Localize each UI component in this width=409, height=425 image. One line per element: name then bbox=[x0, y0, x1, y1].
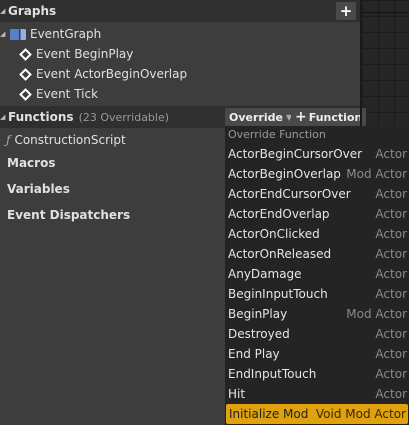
menu-item-override[interactable]: BeginInputTouch Actor bbox=[225, 284, 409, 304]
graphs-title: Graphs bbox=[8, 4, 57, 18]
menu-item-override[interactable]: EndInputTouch Actor bbox=[225, 364, 409, 384]
menu-item-override[interactable]: ActorOnReleased Actor bbox=[225, 244, 409, 264]
event-icon bbox=[19, 67, 32, 81]
event-label: Event ActorBeginOverlap bbox=[36, 67, 188, 81]
function-name: ActorOnClicked bbox=[228, 227, 320, 241]
function-name: Destroyed bbox=[228, 327, 290, 341]
menu-header: Override Function bbox=[228, 128, 326, 141]
function-name: Initialize Mod bbox=[229, 407, 309, 421]
function-target: Mod Actor bbox=[346, 307, 407, 321]
function-name: End Play bbox=[228, 347, 280, 361]
tree-item-function[interactable]: ƒ ConstructionScript bbox=[6, 130, 126, 150]
graphs-header[interactable]: ◢ Graphs + bbox=[0, 0, 360, 22]
tree-item-event[interactable]: Event Tick bbox=[0, 84, 98, 104]
function-name: ActorEndCursorOver bbox=[228, 187, 351, 201]
tree-item-event[interactable]: Event ActorBeginOverlap bbox=[0, 64, 187, 84]
menu-item-override[interactable]: ActorEndOverlap Actor bbox=[225, 204, 409, 224]
menu-item-override[interactable]: ActorBeginOverlap Mod Actor bbox=[225, 164, 409, 184]
macros-title: Macros bbox=[7, 156, 56, 170]
functions-title: Functions bbox=[8, 110, 74, 124]
function-name: BeginInputTouch bbox=[228, 287, 328, 301]
add-function-button[interactable]: + Function bbox=[291, 108, 367, 126]
function-target: Actor bbox=[375, 147, 407, 161]
menu-item-override[interactable]: Destroyed Actor bbox=[225, 324, 409, 344]
function-target: Mod Actor bbox=[346, 167, 407, 181]
function-target: Actor bbox=[375, 267, 407, 281]
function-target: Actor bbox=[375, 187, 407, 201]
menu-item-override[interactable]: ActorOnClicked Actor bbox=[225, 224, 409, 244]
overridable-count: (23 Overridable) bbox=[78, 110, 170, 124]
event-icon bbox=[19, 87, 32, 101]
menu-item-override[interactable]: AnyDamage Actor bbox=[225, 264, 409, 284]
override-function-menu: Override Function ActorBeginCursorOver Ac… bbox=[225, 126, 409, 425]
function-target: Actor bbox=[375, 347, 407, 361]
event-graph-label: EventGraph bbox=[30, 27, 102, 41]
function-name: Hit bbox=[228, 387, 246, 401]
event-label: Event Tick bbox=[36, 87, 99, 101]
function-label: ConstructionScript bbox=[14, 133, 126, 147]
variables-title: Variables bbox=[7, 182, 70, 196]
collapse-icon: ◢ bbox=[0, 30, 6, 38]
override-label: Override bbox=[229, 110, 283, 124]
plus-icon: + bbox=[295, 109, 307, 125]
dispatchers-title: Event Dispatchers bbox=[7, 208, 131, 222]
function-name: AnyDamage bbox=[228, 267, 302, 281]
function-target: Actor bbox=[375, 367, 407, 381]
add-graph-button[interactable]: + bbox=[336, 2, 356, 20]
event-label: Event BeginPlay bbox=[36, 47, 134, 61]
function-icon: ƒ bbox=[6, 133, 11, 147]
tree-item-event-graph[interactable]: ◢ EventGraph bbox=[0, 24, 101, 44]
collapse-icon: ◢ bbox=[0, 7, 6, 15]
menu-item-override[interactable]: Initialize Mod Void Mod Actor bbox=[226, 404, 408, 424]
menu-item-override[interactable]: Hit Actor bbox=[225, 384, 409, 404]
function-name: ActorBeginOverlap bbox=[228, 167, 341, 181]
menu-item-override[interactable]: ActorBeginCursorOver Actor bbox=[225, 144, 409, 164]
function-name: EndInputTouch bbox=[228, 367, 317, 381]
menu-item-override[interactable]: ActorEndCursorOver Actor bbox=[225, 184, 409, 204]
tree-item-event[interactable]: Event BeginPlay bbox=[0, 44, 133, 64]
function-target: Actor bbox=[375, 327, 407, 341]
function-target: Actor bbox=[375, 287, 407, 301]
event-graph-icon bbox=[10, 28, 26, 40]
function-name: ActorOnReleased bbox=[228, 247, 332, 261]
override-dropdown-button[interactable]: Override ▼ bbox=[225, 108, 297, 126]
function-target: Void Mod Actor bbox=[315, 407, 406, 421]
collapse-icon: ◢ bbox=[0, 113, 6, 121]
function-target: Actor bbox=[375, 387, 407, 401]
add-function-label: Function bbox=[308, 110, 363, 124]
menu-item-override[interactable]: End Play Actor bbox=[225, 344, 409, 364]
menu-item-override[interactable]: BeginPlay Mod Actor bbox=[225, 304, 409, 324]
function-target: Actor bbox=[375, 227, 407, 241]
function-name: ActorEndOverlap bbox=[228, 207, 330, 221]
function-target: Actor bbox=[375, 247, 407, 261]
function-name: BeginPlay bbox=[228, 307, 288, 321]
event-icon bbox=[19, 47, 32, 61]
function-name: ActorBeginCursorOver bbox=[228, 147, 363, 161]
function-target: Actor bbox=[375, 207, 407, 221]
